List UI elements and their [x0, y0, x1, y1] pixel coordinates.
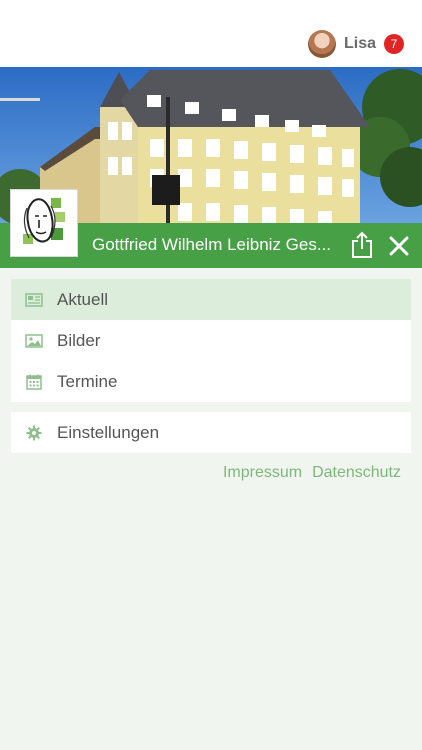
avatar[interactable] [307, 30, 336, 58]
newspaper-icon [25, 292, 43, 308]
menu-item-label: Bilder [57, 330, 101, 350]
datenschutz-link[interactable]: Datenschutz [312, 464, 401, 482]
close-button[interactable] [388, 235, 410, 257]
menu-item-bilder[interactable]: Bilder [11, 320, 411, 361]
impressum-link[interactable]: Impressum [223, 464, 302, 482]
menu-item-label: Einstellungen [57, 422, 160, 442]
close-icon[interactable] [388, 235, 410, 257]
username[interactable]: Lisa [344, 35, 376, 53]
menu-item-aktuell[interactable]: Aktuell [11, 279, 411, 320]
settings-menu: Einstellungen [11, 412, 411, 453]
share-button[interactable] [351, 231, 373, 259]
notification-badge[interactable]: 7 [384, 34, 404, 54]
menu-item-label: Aktuell [57, 289, 109, 309]
main-menu: Aktuell Bilder Termine [11, 279, 411, 402]
share-icon[interactable] [351, 231, 373, 259]
footer-links: Impressum Datenschutz [223, 464, 401, 482]
image-icon [25, 333, 43, 349]
calendar-icon [25, 374, 43, 390]
school-logo [10, 189, 78, 257]
menu-item-einstellungen[interactable]: Einstellungen [11, 412, 411, 453]
school-title[interactable]: Gottfried Wilhelm Leibniz Ges... [92, 235, 340, 255]
top-bar: Lisa 7 [0, 0, 422, 67]
user-profile[interactable]: Lisa 7 [307, 28, 404, 60]
menu-item-label: Termine [57, 371, 118, 391]
menu-item-termine[interactable]: Termine [11, 361, 411, 402]
gear-icon [25, 425, 43, 441]
